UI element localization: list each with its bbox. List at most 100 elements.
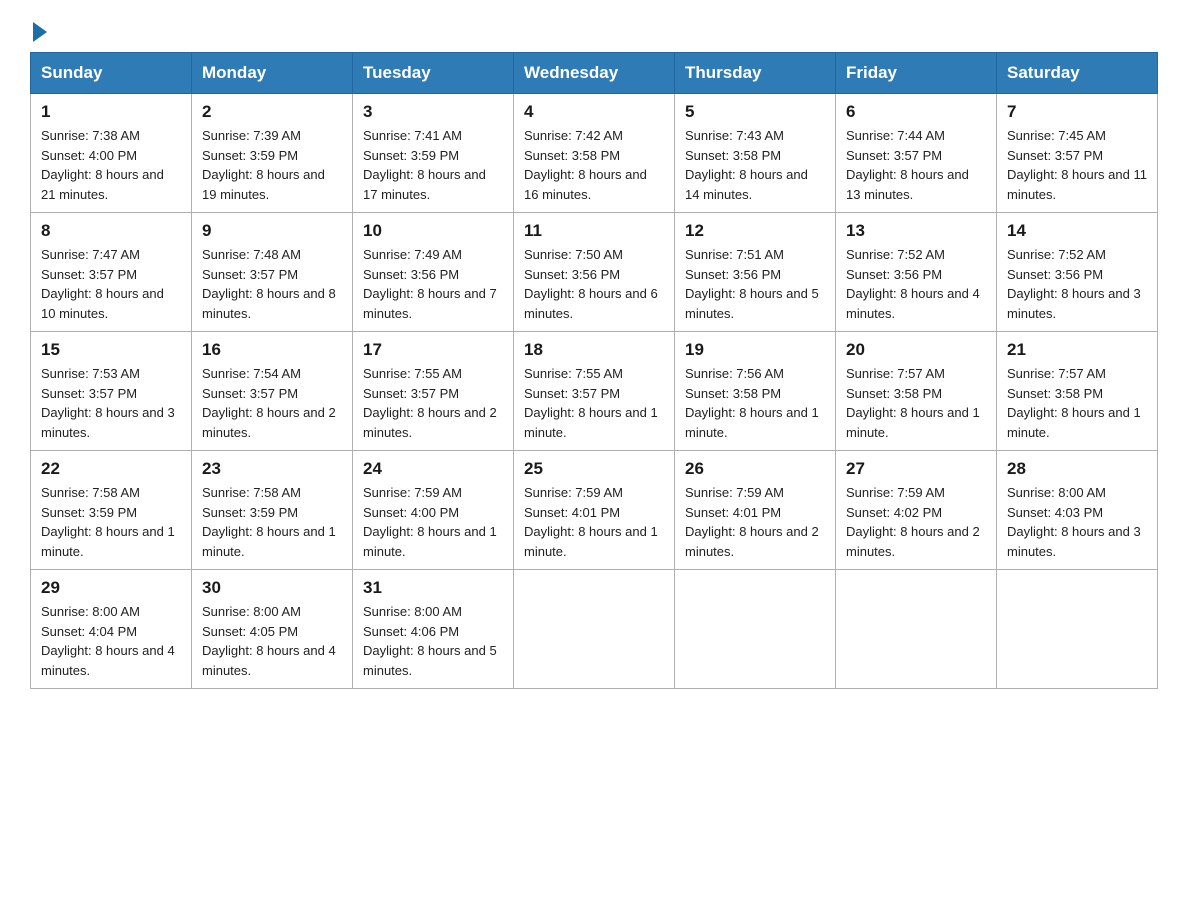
day-number: 10 bbox=[363, 221, 503, 241]
week-row-2: 8 Sunrise: 7:47 AMSunset: 3:57 PMDayligh… bbox=[31, 213, 1158, 332]
day-number: 25 bbox=[524, 459, 664, 479]
table-row: 16 Sunrise: 7:54 AMSunset: 3:57 PMDaylig… bbox=[192, 332, 353, 451]
day-number: 12 bbox=[685, 221, 825, 241]
day-info: Sunrise: 7:58 AMSunset: 3:59 PMDaylight:… bbox=[41, 483, 181, 561]
day-info: Sunrise: 7:59 AMSunset: 4:00 PMDaylight:… bbox=[363, 483, 503, 561]
day-number: 4 bbox=[524, 102, 664, 122]
day-number: 13 bbox=[846, 221, 986, 241]
day-number: 21 bbox=[1007, 340, 1147, 360]
table-row: 24 Sunrise: 7:59 AMSunset: 4:00 PMDaylig… bbox=[353, 451, 514, 570]
day-number: 2 bbox=[202, 102, 342, 122]
day-info: Sunrise: 7:47 AMSunset: 3:57 PMDaylight:… bbox=[41, 245, 181, 323]
week-row-4: 22 Sunrise: 7:58 AMSunset: 3:59 PMDaylig… bbox=[31, 451, 1158, 570]
table-row: 22 Sunrise: 7:58 AMSunset: 3:59 PMDaylig… bbox=[31, 451, 192, 570]
table-row bbox=[836, 570, 997, 689]
day-number: 1 bbox=[41, 102, 181, 122]
table-row: 27 Sunrise: 7:59 AMSunset: 4:02 PMDaylig… bbox=[836, 451, 997, 570]
days-of-week-row: SundayMondayTuesdayWednesdayThursdayFrid… bbox=[31, 53, 1158, 94]
day-info: Sunrise: 7:58 AMSunset: 3:59 PMDaylight:… bbox=[202, 483, 342, 561]
day-info: Sunrise: 7:52 AMSunset: 3:56 PMDaylight:… bbox=[846, 245, 986, 323]
day-info: Sunrise: 7:59 AMSunset: 4:01 PMDaylight:… bbox=[685, 483, 825, 561]
table-row: 19 Sunrise: 7:56 AMSunset: 3:58 PMDaylig… bbox=[675, 332, 836, 451]
table-row bbox=[675, 570, 836, 689]
day-number: 5 bbox=[685, 102, 825, 122]
table-row: 3 Sunrise: 7:41 AMSunset: 3:59 PMDayligh… bbox=[353, 94, 514, 213]
calendar-body: 1 Sunrise: 7:38 AMSunset: 4:00 PMDayligh… bbox=[31, 94, 1158, 689]
day-number: 16 bbox=[202, 340, 342, 360]
day-info: Sunrise: 7:48 AMSunset: 3:57 PMDaylight:… bbox=[202, 245, 342, 323]
day-info: Sunrise: 7:43 AMSunset: 3:58 PMDaylight:… bbox=[685, 126, 825, 204]
day-number: 17 bbox=[363, 340, 503, 360]
day-info: Sunrise: 7:56 AMSunset: 3:58 PMDaylight:… bbox=[685, 364, 825, 442]
table-row: 13 Sunrise: 7:52 AMSunset: 3:56 PMDaylig… bbox=[836, 213, 997, 332]
day-info: Sunrise: 7:52 AMSunset: 3:56 PMDaylight:… bbox=[1007, 245, 1147, 323]
day-header-wednesday: Wednesday bbox=[514, 53, 675, 94]
table-row: 11 Sunrise: 7:50 AMSunset: 3:56 PMDaylig… bbox=[514, 213, 675, 332]
day-info: Sunrise: 7:55 AMSunset: 3:57 PMDaylight:… bbox=[363, 364, 503, 442]
day-info: Sunrise: 7:41 AMSunset: 3:59 PMDaylight:… bbox=[363, 126, 503, 204]
table-row: 8 Sunrise: 7:47 AMSunset: 3:57 PMDayligh… bbox=[31, 213, 192, 332]
table-row: 12 Sunrise: 7:51 AMSunset: 3:56 PMDaylig… bbox=[675, 213, 836, 332]
week-row-3: 15 Sunrise: 7:53 AMSunset: 3:57 PMDaylig… bbox=[31, 332, 1158, 451]
table-row: 20 Sunrise: 7:57 AMSunset: 3:58 PMDaylig… bbox=[836, 332, 997, 451]
day-number: 11 bbox=[524, 221, 664, 241]
day-info: Sunrise: 7:49 AMSunset: 3:56 PMDaylight:… bbox=[363, 245, 503, 323]
table-row bbox=[514, 570, 675, 689]
day-info: Sunrise: 7:45 AMSunset: 3:57 PMDaylight:… bbox=[1007, 126, 1147, 204]
logo-arrow-icon bbox=[33, 22, 47, 42]
day-info: Sunrise: 7:51 AMSunset: 3:56 PMDaylight:… bbox=[685, 245, 825, 323]
day-number: 28 bbox=[1007, 459, 1147, 479]
day-header-tuesday: Tuesday bbox=[353, 53, 514, 94]
day-info: Sunrise: 8:00 AMSunset: 4:06 PMDaylight:… bbox=[363, 602, 503, 680]
table-row: 10 Sunrise: 7:49 AMSunset: 3:56 PMDaylig… bbox=[353, 213, 514, 332]
table-row: 2 Sunrise: 7:39 AMSunset: 3:59 PMDayligh… bbox=[192, 94, 353, 213]
day-info: Sunrise: 7:59 AMSunset: 4:01 PMDaylight:… bbox=[524, 483, 664, 561]
day-info: Sunrise: 8:00 AMSunset: 4:04 PMDaylight:… bbox=[41, 602, 181, 680]
day-number: 8 bbox=[41, 221, 181, 241]
day-number: 15 bbox=[41, 340, 181, 360]
day-number: 30 bbox=[202, 578, 342, 598]
calendar-header: SundayMondayTuesdayWednesdayThursdayFrid… bbox=[31, 53, 1158, 94]
table-row: 9 Sunrise: 7:48 AMSunset: 3:57 PMDayligh… bbox=[192, 213, 353, 332]
day-number: 19 bbox=[685, 340, 825, 360]
day-info: Sunrise: 7:42 AMSunset: 3:58 PMDaylight:… bbox=[524, 126, 664, 204]
table-row: 4 Sunrise: 7:42 AMSunset: 3:58 PMDayligh… bbox=[514, 94, 675, 213]
day-number: 7 bbox=[1007, 102, 1147, 122]
calendar-table: SundayMondayTuesdayWednesdayThursdayFrid… bbox=[30, 52, 1158, 689]
day-number: 14 bbox=[1007, 221, 1147, 241]
table-row: 31 Sunrise: 8:00 AMSunset: 4:06 PMDaylig… bbox=[353, 570, 514, 689]
day-number: 29 bbox=[41, 578, 181, 598]
table-row: 15 Sunrise: 7:53 AMSunset: 3:57 PMDaylig… bbox=[31, 332, 192, 451]
table-row: 21 Sunrise: 7:57 AMSunset: 3:58 PMDaylig… bbox=[997, 332, 1158, 451]
day-header-friday: Friday bbox=[836, 53, 997, 94]
day-info: Sunrise: 7:38 AMSunset: 4:00 PMDaylight:… bbox=[41, 126, 181, 204]
table-row: 14 Sunrise: 7:52 AMSunset: 3:56 PMDaylig… bbox=[997, 213, 1158, 332]
day-header-sunday: Sunday bbox=[31, 53, 192, 94]
day-number: 22 bbox=[41, 459, 181, 479]
day-info: Sunrise: 8:00 AMSunset: 4:03 PMDaylight:… bbox=[1007, 483, 1147, 561]
day-info: Sunrise: 7:59 AMSunset: 4:02 PMDaylight:… bbox=[846, 483, 986, 561]
day-header-thursday: Thursday bbox=[675, 53, 836, 94]
day-number: 26 bbox=[685, 459, 825, 479]
day-number: 6 bbox=[846, 102, 986, 122]
day-number: 20 bbox=[846, 340, 986, 360]
table-row: 28 Sunrise: 8:00 AMSunset: 4:03 PMDaylig… bbox=[997, 451, 1158, 570]
day-info: Sunrise: 8:00 AMSunset: 4:05 PMDaylight:… bbox=[202, 602, 342, 680]
table-row: 6 Sunrise: 7:44 AMSunset: 3:57 PMDayligh… bbox=[836, 94, 997, 213]
day-number: 18 bbox=[524, 340, 664, 360]
day-info: Sunrise: 7:50 AMSunset: 3:56 PMDaylight:… bbox=[524, 245, 664, 323]
table-row: 5 Sunrise: 7:43 AMSunset: 3:58 PMDayligh… bbox=[675, 94, 836, 213]
table-row: 17 Sunrise: 7:55 AMSunset: 3:57 PMDaylig… bbox=[353, 332, 514, 451]
day-info: Sunrise: 7:55 AMSunset: 3:57 PMDaylight:… bbox=[524, 364, 664, 442]
table-row: 26 Sunrise: 7:59 AMSunset: 4:01 PMDaylig… bbox=[675, 451, 836, 570]
table-row: 7 Sunrise: 7:45 AMSunset: 3:57 PMDayligh… bbox=[997, 94, 1158, 213]
day-info: Sunrise: 7:39 AMSunset: 3:59 PMDaylight:… bbox=[202, 126, 342, 204]
day-info: Sunrise: 7:57 AMSunset: 3:58 PMDaylight:… bbox=[846, 364, 986, 442]
table-row: 25 Sunrise: 7:59 AMSunset: 4:01 PMDaylig… bbox=[514, 451, 675, 570]
table-row: 29 Sunrise: 8:00 AMSunset: 4:04 PMDaylig… bbox=[31, 570, 192, 689]
week-row-1: 1 Sunrise: 7:38 AMSunset: 4:00 PMDayligh… bbox=[31, 94, 1158, 213]
logo bbox=[30, 20, 47, 34]
day-number: 9 bbox=[202, 221, 342, 241]
table-row bbox=[997, 570, 1158, 689]
day-number: 3 bbox=[363, 102, 503, 122]
